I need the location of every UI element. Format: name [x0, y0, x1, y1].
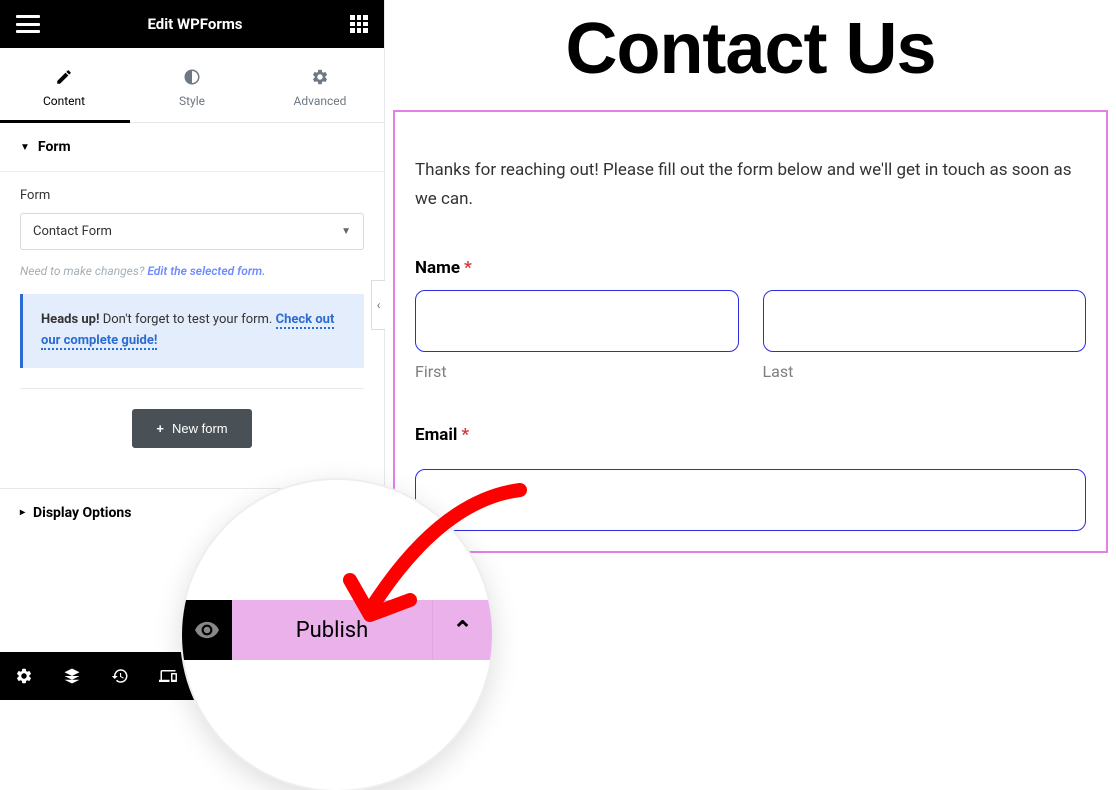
required-asterisk: * [464, 258, 472, 278]
required-asterisk: * [461, 425, 469, 445]
publish-callout: Publish ⌃ [182, 480, 492, 790]
email-label: Email* [415, 425, 1086, 445]
divider [20, 388, 364, 389]
helper-prefix: Need to make changes? [20, 264, 147, 278]
plus-icon: + [156, 421, 164, 436]
page-title: Contact Us [385, 8, 1116, 90]
edit-form-link[interactable]: Edit the selected form. [147, 264, 265, 278]
menu-icon[interactable] [16, 15, 40, 33]
gear-icon [311, 68, 329, 86]
tab-style-label: Style [179, 94, 205, 108]
name-field-block: Name* First Last [415, 258, 1086, 381]
caret-down-icon: ▼ [20, 142, 30, 153]
settings-icon[interactable] [0, 652, 48, 700]
info-strong: Heads up! [41, 312, 100, 327]
name-label: Name* [415, 258, 1086, 278]
eye-icon[interactable] [194, 617, 220, 643]
section-display-title: Display Options [33, 505, 131, 521]
tab-advanced[interactable]: Advanced [256, 48, 384, 122]
chevron-down-icon: ▼ [341, 226, 351, 237]
publish-button[interactable]: Publish [232, 600, 432, 660]
first-name-input[interactable] [415, 290, 739, 352]
preview-icon-wrap [182, 600, 232, 660]
caret-right-icon: ▸ [20, 507, 25, 518]
panel-collapse-handle[interactable]: ‹ [371, 280, 385, 330]
history-icon[interactable] [96, 652, 144, 700]
section-form-title: Form [38, 139, 71, 155]
email-field-block: Email* [415, 425, 1086, 531]
tab-advanced-label: Advanced [294, 94, 347, 108]
last-name-input[interactable] [763, 290, 1087, 352]
editor-tabs: Content Style Advanced [0, 48, 384, 123]
chevron-up-icon: ⌃ [452, 616, 472, 644]
form-intro-text: Thanks for reaching out! Please fill out… [415, 156, 1086, 214]
info-text: Don't forget to test your form. [100, 312, 276, 327]
pencil-icon [55, 68, 73, 86]
tab-content[interactable]: Content [0, 48, 128, 122]
tab-style[interactable]: Style [128, 48, 256, 122]
email-input[interactable] [415, 469, 1086, 531]
apps-grid-icon[interactable] [350, 15, 368, 33]
last-sublabel: Last [763, 362, 1087, 381]
section-form-header[interactable]: ▼ Form [0, 123, 384, 172]
form-select-label: Form [20, 188, 364, 203]
form-select-group: Form Contact Form ▼ [0, 172, 384, 254]
form-select-value: Contact Form [33, 224, 112, 239]
new-form-button[interactable]: + New form [132, 409, 251, 448]
publish-label: Publish [296, 618, 369, 643]
sidebar-header: Edit WPForms [0, 0, 384, 48]
tab-content-label: Content [43, 94, 85, 108]
navigator-icon[interactable] [48, 652, 96, 700]
info-box: Heads up! Don't forget to test your form… [20, 294, 364, 368]
helper-text: Need to make changes? Edit the selected … [0, 254, 384, 294]
first-sublabel: First [415, 362, 739, 381]
editor-canvas: Contact Us ‹ Thanks for reaching out! Pl… [385, 0, 1116, 700]
new-form-label: New form [172, 421, 228, 436]
selected-widget[interactable]: Thanks for reaching out! Please fill out… [393, 110, 1108, 553]
publish-options-button[interactable]: ⌃ [432, 600, 492, 660]
sidebar-title: Edit WPForms [147, 15, 242, 33]
contrast-icon [183, 68, 201, 86]
form-select[interactable]: Contact Form ▼ [20, 213, 364, 250]
